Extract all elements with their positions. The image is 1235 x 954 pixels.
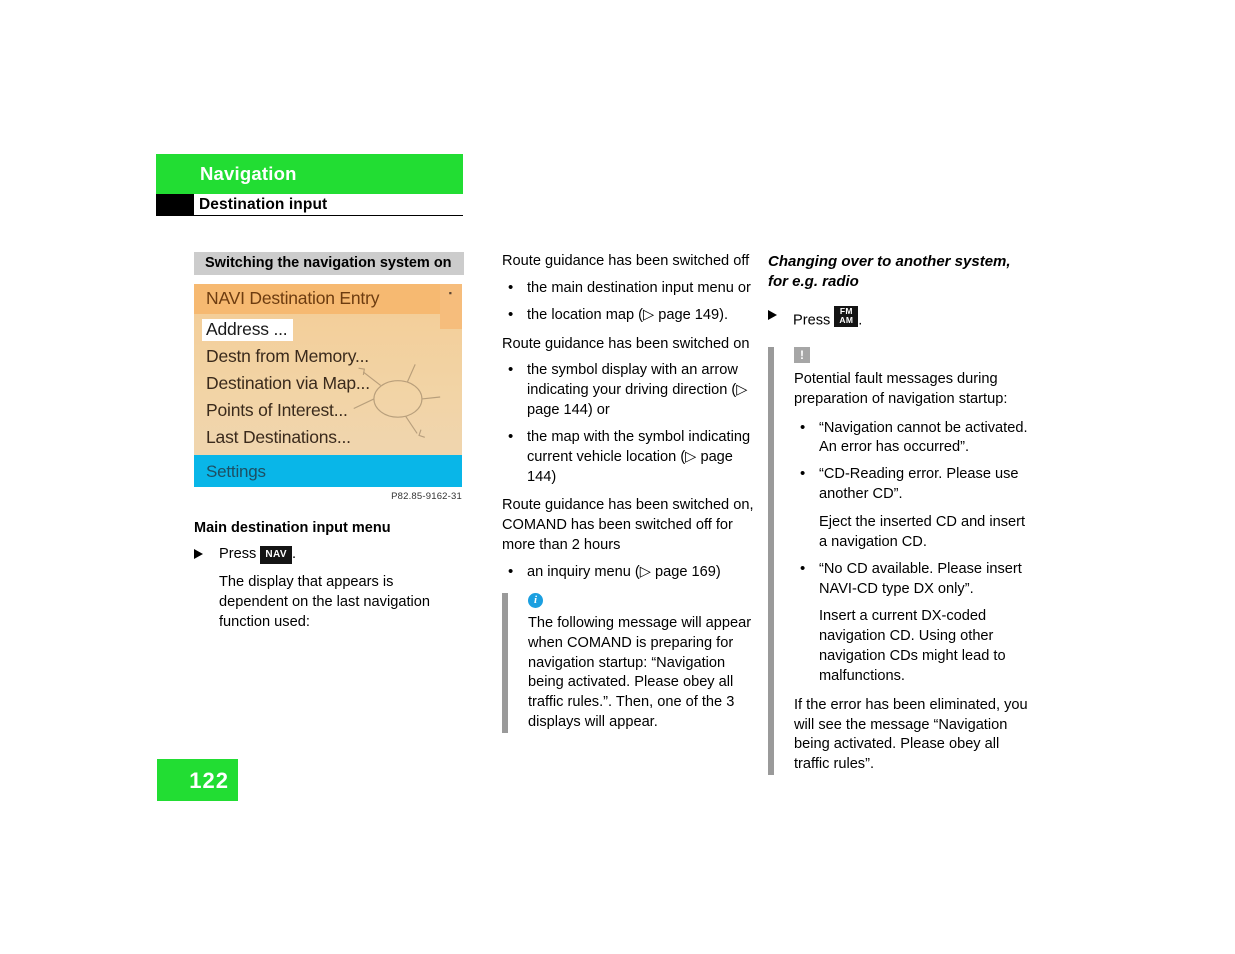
list-item-subtext: Insert a current DX-coded navigation CD.… <box>819 608 1006 684</box>
step-triangle-icon <box>194 549 203 559</box>
chapter-title: Navigation <box>200 163 297 184</box>
screen-menu-item[interactable]: Destn from Memory... <box>206 346 369 367</box>
info-callout-text: The following message will appear when C… <box>528 614 752 731</box>
list-item: the main destination input menu or <box>502 278 754 299</box>
list-item: an inquiry menu (▷ page 169) <box>502 562 754 583</box>
section-marker <box>156 194 194 215</box>
warning-lead: Potential fault messages during preparat… <box>794 370 1008 407</box>
right-column-heading: Changing over to another system, for e.g… <box>768 253 1011 290</box>
page-number: 122 <box>189 768 229 793</box>
list-item-subtext: Eject the inserted CD and insert a navig… <box>819 514 1026 550</box>
list-item: “Navigation cannot be activated. An erro… <box>794 418 1030 459</box>
step-verb: Press <box>793 312 831 329</box>
list-item: the location map (▷ page 149). <box>502 305 754 326</box>
am-label: AM <box>839 315 854 326</box>
left-column: Switching the navigation system on ▪ NAV… <box>194 252 464 632</box>
warning-icon: ! <box>794 346 810 363</box>
subsection-heading: Switching the navigation system on <box>194 252 464 275</box>
middle-column: Route guidance has been switched off the… <box>502 252 754 742</box>
step-triangle-icon <box>768 309 777 320</box>
lead-route-on-2hours: Route guidance has been switched on, COM… <box>502 497 754 554</box>
manual-page: Navigation Destination input Switching t… <box>0 0 1235 954</box>
info-callout: i The following message will appear when… <box>502 592 754 733</box>
list-item: “No CD available. Please insert NAVI-CD … <box>794 559 1030 687</box>
right-column: Changing over to another system, for e.g… <box>768 252 1030 776</box>
warning-closing: If the error has been eliminated, you wi… <box>794 696 1028 773</box>
screen-menu-item[interactable]: Last Destinations... <box>206 427 351 448</box>
step-note: The display that appears is dependent on… <box>219 573 430 630</box>
section-title: Destination input <box>199 196 328 213</box>
comand-screen-illustration: ▪ NAVI Destination Entry Address ... Des… <box>194 284 462 487</box>
lead-route-on: Route guidance has been switched on <box>502 335 750 352</box>
list-item: “CD-Reading error. Please use another CD… <box>794 464 1030 552</box>
screen-title: NAVI Destination Entry <box>206 288 380 308</box>
fm-am-key-icon[interactable]: FM AM <box>834 305 859 327</box>
screen-menu-item-selected[interactable]: Address ... <box>202 319 294 341</box>
nav-key-icon[interactable]: NAV <box>260 546 292 564</box>
warning-bullets: “Navigation cannot be activated. An erro… <box>794 418 1030 687</box>
step-press-nav: Press NAV. <box>194 545 464 565</box>
screen-menu-item[interactable]: Points of Interest... <box>206 400 348 421</box>
bullets-route-off: the main destination input menu or the l… <box>502 278 754 326</box>
step-verb: Press <box>219 546 257 562</box>
screen-menu-item[interactable]: Destination via Map... <box>206 373 370 394</box>
step-period: . <box>291 546 297 562</box>
step-press-fmam: Press FM AM. <box>768 305 1030 331</box>
list-item-text: “Navigation cannot be activated. An erro… <box>819 419 1028 456</box>
list-item: the map with the symbol indicating curre… <box>502 427 754 488</box>
lead-route-off: Route guidance has been switched off <box>502 253 750 269</box>
figure-caption: Main destination input menu <box>194 520 391 536</box>
bullets-route-on-2hours: an inquiry menu (▷ page 169) <box>502 562 754 583</box>
list-item-text: “No CD available. Please insert NAVI-CD … <box>819 560 1022 597</box>
warning-callout: ! Potential fault messages during prepar… <box>768 346 1030 776</box>
screen-corner-marker: ▪ <box>448 288 452 298</box>
list-item-text: “CD-Reading error. Please use another CD… <box>819 466 1019 503</box>
bullets-route-on: the symbol display with an arrow indicat… <box>502 360 754 488</box>
page-number-badge: 122 <box>157 759 238 801</box>
screen-settings-item[interactable]: Settings <box>206 462 266 482</box>
figure-credit: P82.85-9162-31 <box>391 491 462 502</box>
chapter-band: Navigation <box>156 154 463 194</box>
list-item: the symbol display with an arrow indicat… <box>502 360 754 421</box>
step-period: . <box>858 312 863 329</box>
info-icon: i <box>528 592 543 608</box>
